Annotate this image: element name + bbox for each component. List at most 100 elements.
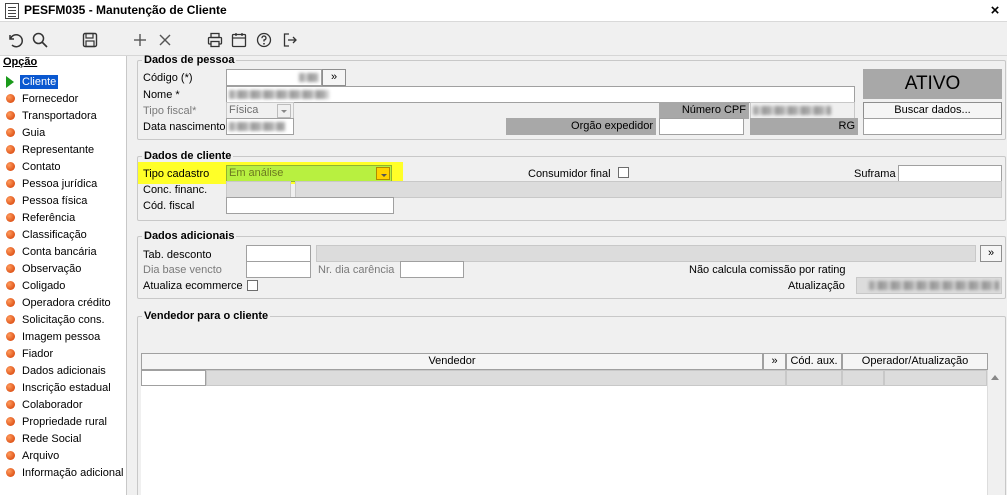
sidebar-item-label: Dados adicionais (22, 364, 106, 377)
sidebar-item-label: Fornecedor (22, 92, 79, 105)
sidebar-item-label: Representante (22, 143, 95, 156)
search-icon[interactable] (29, 29, 51, 51)
sidebar-item-fornecedor[interactable]: Fornecedor (6, 90, 78, 107)
sidebar-item-label: Pessoa jurídica (22, 177, 98, 190)
nome-label: Nome * (143, 89, 180, 101)
bullet-icon (6, 264, 15, 273)
atualiza-ecommerce-label: Atualiza ecommerce (143, 280, 243, 292)
col-header-lookup[interactable]: » (763, 353, 786, 370)
sidebar-item-pessoa-jurídica[interactable]: Pessoa jurídica (6, 175, 97, 192)
sidebar-item-inscrição-estadual[interactable]: Inscrição estadual (6, 379, 111, 396)
consumidor-final-label: Consumidor final (528, 168, 611, 180)
sidebar-item-label: Fiador (22, 347, 54, 360)
tab-desconto-lookup-button[interactable]: » (980, 245, 1002, 262)
col-header-vendedor[interactable]: Vendedor (141, 353, 763, 370)
sidebar-item-informação-adicional[interactable]: Informação adicional (6, 464, 124, 481)
col-header-operador[interactable]: Operador/Atualização (842, 353, 988, 370)
toolbar (0, 23, 1007, 56)
consumidor-final-checkbox[interactable] (618, 167, 629, 178)
add-icon[interactable] (129, 29, 151, 51)
cod-fiscal-field[interactable] (226, 197, 394, 214)
sidebar-item-label: Guia (22, 126, 46, 139)
sidebar-item-classificação[interactable]: Classificação (6, 226, 87, 243)
calendar-icon[interactable] (228, 29, 250, 51)
sidebar-item-dados-adicionais[interactable]: Dados adicionais (6, 362, 106, 379)
sidebar-item-solicitação-cons-[interactable]: Solicitação cons. (6, 311, 105, 328)
sidebar-item-observação[interactable]: Observação (6, 260, 81, 277)
rg-label: RG (750, 118, 858, 135)
nao-calcula-comissao-label: Não calcula comissão por rating (689, 264, 846, 276)
atualizacao-label: Atualização (788, 280, 845, 292)
chevron-down-icon[interactable] (376, 167, 390, 180)
bullet-icon (6, 230, 15, 239)
bullet-icon (6, 213, 15, 222)
close-button[interactable]: × (986, 3, 1004, 20)
vendedor-code-cell[interactable] (141, 370, 206, 386)
options-sidebar: Opção Cliente Fornecedor Transportadora Gui… (0, 56, 127, 495)
sidebar-item-representante[interactable]: Representante (6, 141, 94, 158)
print-icon[interactable] (204, 29, 226, 51)
nr-dia-carencia-field[interactable] (400, 261, 464, 278)
sidebar-item-contato[interactable]: Contato (6, 158, 61, 175)
sidebar-item-conta-bancária[interactable]: Conta bancária (6, 243, 97, 260)
exit-icon[interactable] (279, 29, 301, 51)
sidebar-item-label: Conta bancária (22, 245, 97, 258)
conc-financ-label: Conc. financ. (143, 184, 208, 196)
buscar-dados-button[interactable]: Buscar dados... (863, 102, 1002, 119)
window-title: PESFM035 - Manutenção de Cliente (24, 3, 227, 17)
numero-cpf-label: Número CPF (659, 102, 749, 119)
conc-financ-code-field[interactable] (226, 181, 291, 198)
sidebar-item-fiador[interactable]: Fiador (6, 345, 53, 362)
codigo-lookup-button[interactable]: » (322, 69, 346, 86)
status-badge: ATIVO (863, 69, 1002, 99)
sidebar-item-label: Referência (22, 211, 76, 224)
sidebar-item-label: Informação adicional (22, 466, 124, 479)
atualiza-ecommerce-checkbox[interactable] (247, 280, 258, 291)
sidebar-item-propriedade-rural[interactable]: Propriedade rural (6, 413, 107, 430)
tab-desconto-field[interactable] (246, 245, 311, 262)
bullet-icon (6, 162, 15, 171)
dia-base-vencto-field[interactable] (246, 261, 311, 278)
bullet-icon (6, 434, 15, 443)
sidebar-item-coligado[interactable]: Coligado (6, 277, 65, 294)
delete-icon[interactable] (154, 29, 176, 51)
sidebar-item-label: Pessoa física (22, 194, 88, 207)
sidebar-item-arquivo[interactable]: Arquivo (6, 447, 59, 464)
col-header-cod-aux[interactable]: Cód. aux. (786, 353, 842, 370)
sidebar-item-colaborador[interactable]: Colaborador (6, 396, 83, 413)
orgao-expedidor-field[interactable] (659, 118, 744, 135)
vendedor-scrollbar[interactable] (987, 370, 1002, 495)
codigo-label: Código (*) (143, 72, 193, 84)
rg-field[interactable] (863, 118, 1002, 135)
suframa-field[interactable] (898, 165, 1002, 182)
nome-field[interactable] (226, 86, 855, 103)
help-icon[interactable] (253, 29, 275, 51)
bullet-icon (6, 349, 15, 358)
cpf-field[interactable] (750, 102, 855, 119)
atualizacao-field (856, 277, 1002, 294)
bullet-icon (6, 247, 15, 256)
cod-fiscal-label: Cód. fiscal (143, 200, 195, 212)
tipo-cadastro-value: Em análise (229, 167, 284, 179)
bullet-icon (6, 111, 15, 120)
save-icon[interactable] (79, 29, 101, 51)
atualizacao-cell (884, 370, 987, 386)
sidebar-item-label: Cliente (20, 74, 59, 89)
tipo-fiscal-dropdown-icon[interactable] (277, 104, 291, 118)
undo-icon[interactable] (4, 29, 26, 51)
sidebar-item-imagem-pessoa[interactable]: Imagem pessoa (6, 328, 100, 345)
sidebar-item-transportadora[interactable]: Transportadora (6, 107, 97, 124)
sidebar-item-cliente[interactable]: Cliente (6, 73, 59, 90)
tipo-cadastro-select[interactable]: Em análise (226, 165, 392, 182)
sidebar-item-guia[interactable]: Guia (6, 124, 45, 141)
scroll-up-icon[interactable] (991, 375, 999, 380)
bullet-icon (6, 332, 15, 341)
sidebar-item-referência[interactable]: Referência (6, 209, 75, 226)
dia-base-vencto-label: Dia base vencto (143, 264, 222, 276)
sidebar-item-pessoa-física[interactable]: Pessoa física (6, 192, 87, 209)
sidebar-item-rede-social[interactable]: Rede Social (6, 430, 81, 447)
sidebar-item-operadora-crédito[interactable]: Operadora crédito (6, 294, 111, 311)
data-nascimento-field[interactable] (226, 118, 294, 135)
cod-aux-cell (786, 370, 842, 386)
codigo-field[interactable] (226, 69, 322, 86)
